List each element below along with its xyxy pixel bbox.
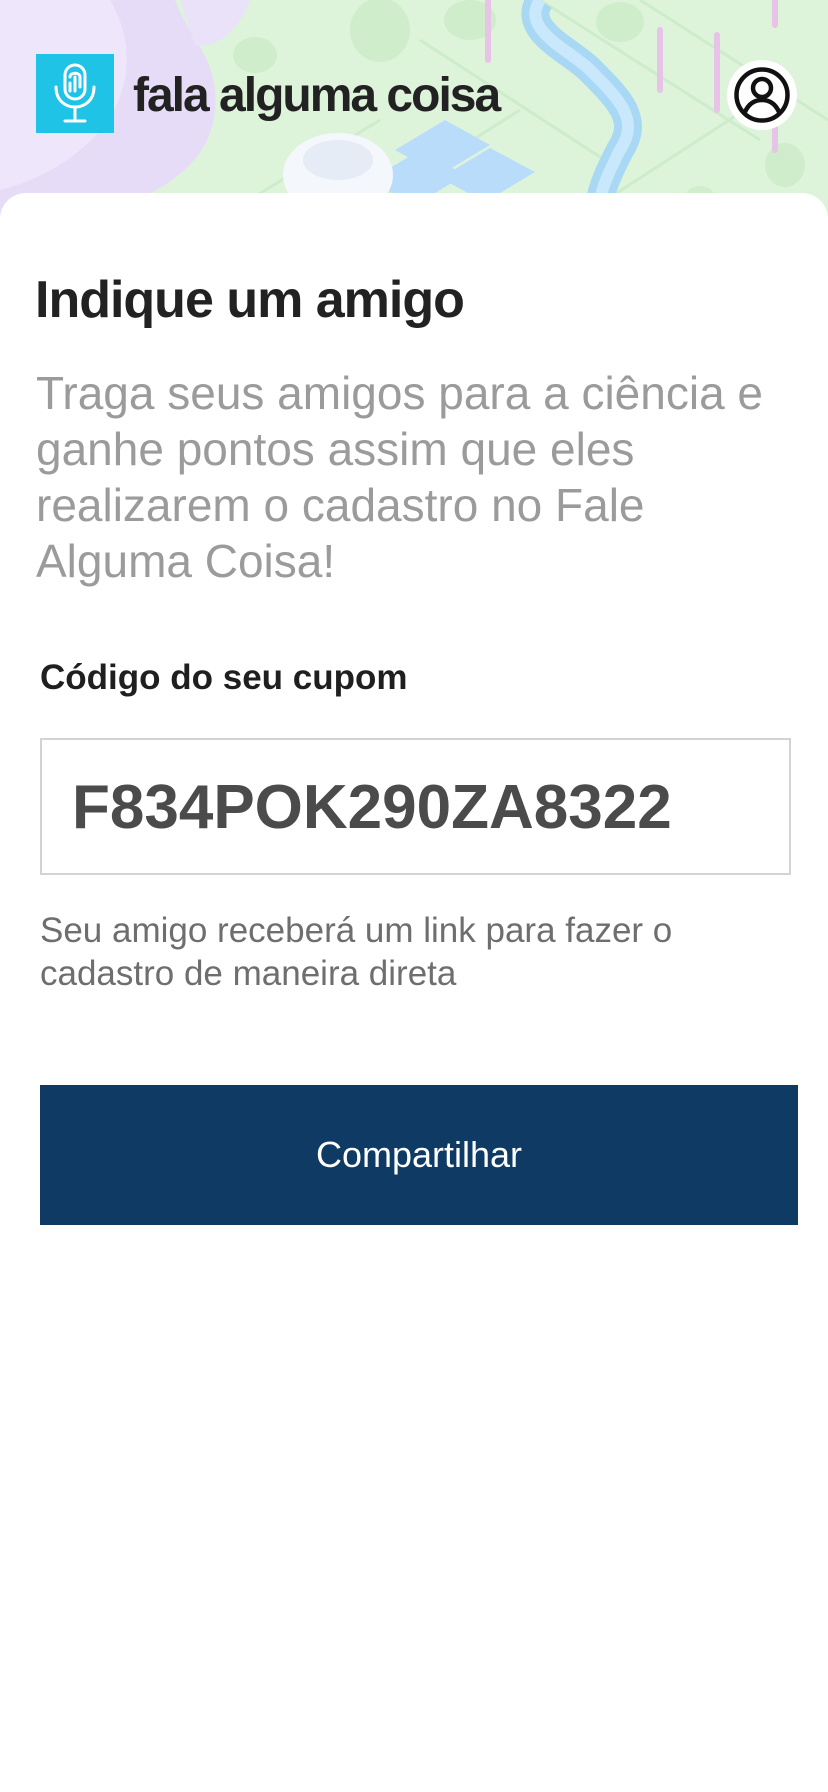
- coupon-label: Código do seu cupom: [40, 658, 408, 697]
- page-title: Indique um amigo: [35, 271, 465, 329]
- helper-text: Seu amigo receberá um link para fazer o …: [40, 911, 673, 993]
- microphone-fingerprint-icon: [54, 63, 96, 122]
- user-circle-icon: [734, 67, 790, 123]
- profile-button[interactable]: [727, 60, 797, 130]
- coupon-code-field[interactable]: F834POK290ZA8322: [40, 738, 791, 875]
- coupon-code-value: F834POK290ZA8322: [72, 773, 672, 842]
- page-subtitle: Traga seus amigos para a ciência e ganhe…: [36, 367, 764, 587]
- share-button[interactable]: Compartilhar: [40, 1085, 798, 1225]
- brand-name: fala alguma coisa: [133, 69, 501, 122]
- app-logo: [36, 54, 114, 133]
